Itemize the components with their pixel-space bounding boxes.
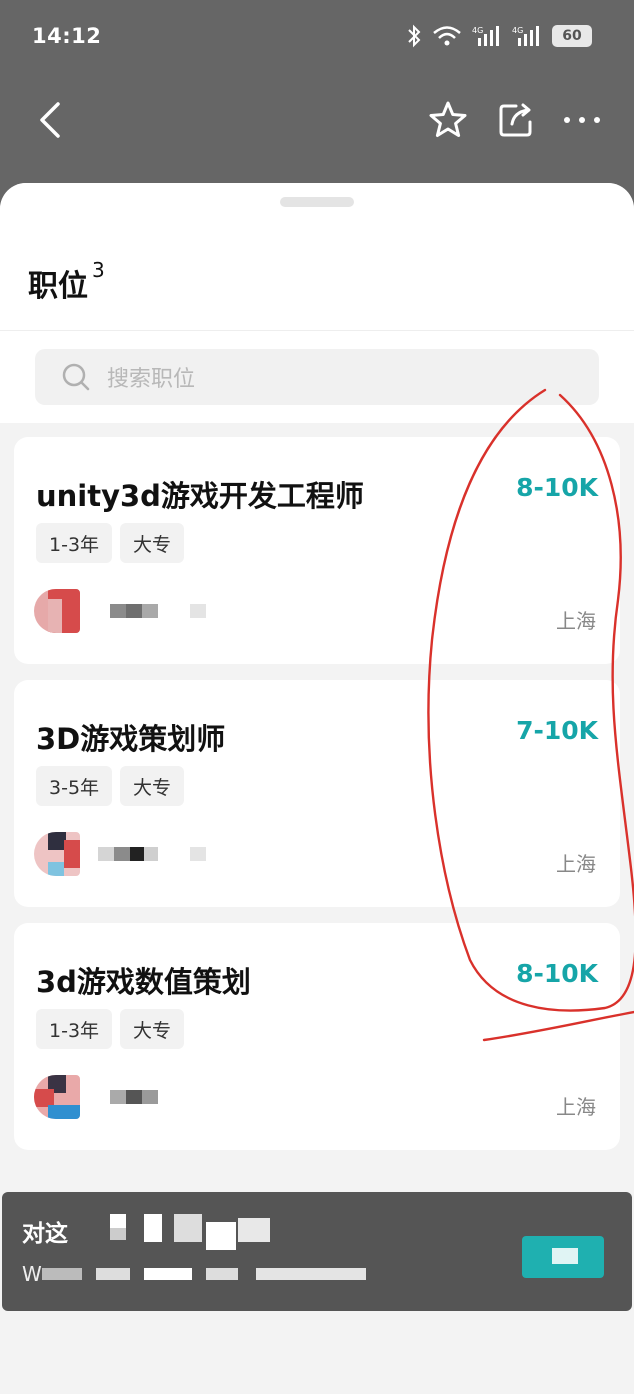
back-icon[interactable] <box>32 100 72 140</box>
job-card[interactable]: 3d游戏数值策划 8-10K 1-3年 大专 上海 <box>14 923 620 1150</box>
status-time: 14:12 <box>32 24 102 48</box>
education-tag: 大专 <box>120 1009 185 1049</box>
search-input[interactable]: 搜索职位 <box>35 349 599 405</box>
banner-subtitle: W <box>22 1262 42 1286</box>
search-icon <box>62 363 90 391</box>
education-tag: 大专 <box>120 766 185 806</box>
company-info <box>34 832 206 876</box>
job-title: 3d游戏数值策划 <box>36 965 251 999</box>
wifi-icon <box>433 26 461 46</box>
job-city: 上海 <box>556 609 596 633</box>
sheet-title: 职位 3 <box>28 258 105 305</box>
company-info <box>34 1075 158 1119</box>
redacted-block <box>144 1268 192 1280</box>
sheet-grabber[interactable] <box>280 197 354 207</box>
job-salary: 8-10K <box>516 959 598 988</box>
nav-bar <box>0 86 634 156</box>
svg-text:4G: 4G <box>512 26 523 35</box>
redacted-block <box>238 1218 270 1242</box>
experience-tag: 1-3年 <box>36 523 113 563</box>
job-tags: 1-3年 大专 <box>36 523 185 563</box>
experience-tag: 1-3年 <box>36 1009 113 1049</box>
redacted-block <box>42 1268 82 1280</box>
job-salary: 7-10K <box>516 716 598 745</box>
bluetooth-icon <box>408 24 421 48</box>
company-name-redacted <box>110 1090 158 1104</box>
job-city: 上海 <box>556 1095 596 1119</box>
search-placeholder: 搜索职位 <box>107 367 196 392</box>
education-tag: 大专 <box>120 523 185 563</box>
more-icon[interactable] <box>560 102 604 138</box>
redacted-block <box>206 1222 236 1250</box>
svg-text:4G: 4G <box>472 26 483 35</box>
experience-tag: 3-5年 <box>36 766 113 806</box>
company-info <box>34 589 206 633</box>
banner-title: 对这 <box>22 1221 68 1247</box>
company-avatar <box>34 832 80 876</box>
job-tags: 1-3年 大专 <box>36 1009 185 1049</box>
redacted-block <box>552 1248 578 1264</box>
job-list: unity3d游戏开发工程师 8-10K 1-3年 大专 上海 3D游戏策划师 <box>14 437 620 1166</box>
star-icon[interactable] <box>426 98 470 142</box>
position-count: 3 <box>92 258 105 282</box>
redacted-block <box>206 1268 238 1280</box>
signal-4g-icon-2: 4G <box>512 26 539 46</box>
job-title: 3D游戏策划师 <box>36 722 226 756</box>
company-name-redacted <box>110 604 206 618</box>
redacted-block <box>110 1228 126 1240</box>
signal-4g-icon: 4G <box>472 26 499 46</box>
sheet-header: 职位 3 搜索职位 <box>0 183 634 423</box>
redacted-block <box>174 1214 202 1242</box>
company-avatar <box>34 1075 80 1119</box>
job-city: 上海 <box>556 852 596 876</box>
job-tags: 3-5年 大专 <box>36 766 185 806</box>
job-salary: 8-10K <box>516 473 598 502</box>
chat-banner[interactable]: 对这 W <box>2 1192 632 1311</box>
redacted-block <box>256 1268 366 1280</box>
divider <box>0 330 634 331</box>
status-bar: 14:12 4G 4G 60 <box>0 0 634 76</box>
sheet-title-text: 职位 <box>28 269 88 304</box>
redacted-block <box>144 1214 162 1242</box>
status-icons: 4G 4G 60 <box>406 24 592 48</box>
battery-icon: 60 <box>552 25 592 47</box>
company-name-redacted <box>98 847 206 861</box>
job-card[interactable]: 3D游戏策划师 7-10K 3-5年 大专 上海 <box>14 680 620 907</box>
job-title: unity3d游戏开发工程师 <box>36 479 364 513</box>
job-card[interactable]: unity3d游戏开发工程师 8-10K 1-3年 大专 上海 <box>14 437 620 664</box>
share-icon[interactable] <box>496 100 536 140</box>
company-avatar <box>34 589 80 633</box>
chat-button[interactable] <box>522 1236 604 1278</box>
redacted-block <box>96 1268 130 1280</box>
